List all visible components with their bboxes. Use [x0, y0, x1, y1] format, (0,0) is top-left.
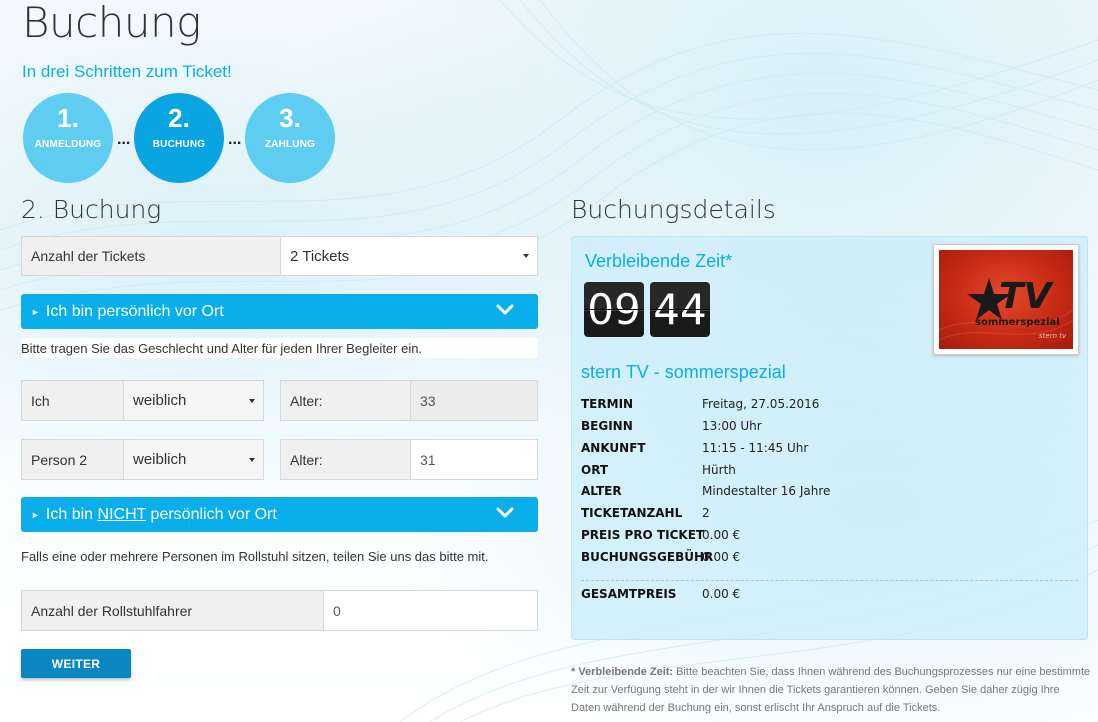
caret-down-icon	[523, 254, 529, 258]
detail-key: ANKUNFT	[581, 441, 646, 455]
detail-value: 2	[702, 506, 710, 520]
details-divider	[581, 580, 1078, 581]
accordion-absent-label: Ich bin NICHT persönlich vor Ort	[46, 506, 277, 524]
caret-down-icon	[249, 457, 255, 462]
stern-tv-logo-graphic: TV sommerspezial stern tv	[939, 276, 1073, 341]
detail-value: 11:15 - 11:45 Uhr	[702, 441, 809, 455]
detail-value: 13:00 Uhr	[702, 419, 762, 433]
detail-key: BUCHUNGSGEBÜHR	[581, 550, 714, 564]
detail-key: PREIS PRO TICKET	[581, 528, 705, 542]
detail-value: 0.00 €	[702, 528, 741, 542]
detail-key: BEGINN	[581, 419, 633, 433]
total-value: 0.00 €	[702, 587, 741, 601]
timer-footnote: * Verbleibende Zeit: Bitte beachten Sie,…	[571, 663, 1091, 717]
accordion-present[interactable]: ► Ich bin persönlich vor Ort	[21, 294, 538, 329]
step-number: 1.	[57, 103, 79, 133]
accordion-absent[interactable]: ► Ich bin NICHT persönlich vor Ort	[21, 497, 538, 532]
timer-seconds: 44	[650, 282, 710, 337]
step-buchung[interactable]: 2. BUCHUNG	[134, 93, 224, 183]
tickets-select-value: 2 Tickets	[290, 247, 350, 265]
timer-minutes: 09	[584, 282, 644, 337]
step-zahlung[interactable]: 3. ZAHLUNG	[245, 93, 335, 183]
detail-key: ORT	[581, 463, 609, 477]
detail-value: Hürth	[702, 463, 736, 477]
show-title: stern TV - sommerspezial	[581, 362, 786, 382]
step-separator: ...	[228, 131, 242, 148]
logo-sub-text: sommerspezial	[975, 317, 1060, 328]
gender-select[interactable]: weiblich	[123, 380, 264, 421]
detail-value: Freitag, 27.05.2016	[702, 397, 820, 411]
accordion-present-label: Ich bin persönlich vor Ort	[45, 302, 224, 320]
detail-key: TICKETANZAHL	[581, 506, 683, 520]
triangle-right-icon: ►	[31, 306, 40, 317]
hint-wheelchair: Falls eine oder mehrere Personen im Roll…	[21, 549, 489, 564]
detail-key: TERMIN	[581, 397, 634, 411]
show-logo-image: TV sommerspezial stern tv	[939, 250, 1073, 349]
logo-main-text: TV	[999, 276, 1055, 317]
page-subtitle: In drei Schritten zum Ticket!	[22, 62, 232, 81]
detail-value: 0.00 €	[702, 550, 741, 564]
gender-select-value: weiblich	[133, 451, 187, 468]
detail-value: Mindestalter 16 Jahre	[702, 484, 831, 498]
caret-down-icon	[249, 398, 255, 403]
age-input: 33	[410, 380, 538, 421]
step-label: ANMELDUNG	[34, 139, 102, 150]
accordion-absent-text-before: Ich bin	[45, 505, 98, 523]
form-heading: 2. Buchung	[21, 195, 162, 224]
accordion-absent-text-after: persönlich vor Ort	[146, 505, 277, 523]
tickets-select[interactable]: 2 Tickets	[280, 236, 538, 276]
step-label: ZAHLUNG	[264, 139, 316, 150]
age-label: Alter:	[280, 439, 411, 480]
triangle-right-icon: ►	[31, 509, 40, 520]
age-input[interactable]: 31	[410, 439, 538, 480]
step-number: 2.	[168, 103, 190, 133]
hint-companions: Bitte tragen Sie das Geschlecht und Alte…	[21, 338, 538, 358]
chevron-down-icon	[496, 507, 514, 518]
details-heading: Buchungsdetails	[571, 195, 776, 224]
footnote-bold: * Verbleibende Zeit:	[571, 666, 674, 678]
step-anmeldung[interactable]: 1. ANMELDUNG	[23, 93, 113, 183]
gender-select[interactable]: weiblich	[123, 439, 264, 480]
gender-select-value: weiblich	[133, 392, 187, 409]
logo-small-text: stern tv	[1039, 332, 1067, 340]
weiter-button[interactable]: WEITER	[21, 649, 131, 678]
step-number: 3.	[279, 103, 301, 133]
wheelchair-input[interactable]: 0	[323, 590, 538, 631]
step-label: BUCHUNG	[152, 139, 206, 150]
tickets-label: Anzahl der Tickets	[21, 236, 281, 276]
person-name: Ich	[21, 380, 124, 421]
accordion-absent-text-underlined: NICHT	[97, 505, 147, 523]
age-label: Alter:	[280, 380, 411, 421]
show-logo: TV sommerspezial stern tv	[933, 244, 1079, 355]
step-separator: ...	[117, 131, 131, 148]
chevron-down-icon	[496, 304, 514, 315]
total-key: GESAMTPREIS	[581, 587, 677, 601]
page-title: Buchung	[22, 0, 201, 47]
timer-title: Verbleibende Zeit*	[585, 251, 733, 271]
detail-key: ALTER	[581, 484, 622, 498]
wheelchair-label: Anzahl der Rollstuhlfahrer	[21, 590, 325, 631]
person-name: Person 2	[21, 439, 124, 480]
